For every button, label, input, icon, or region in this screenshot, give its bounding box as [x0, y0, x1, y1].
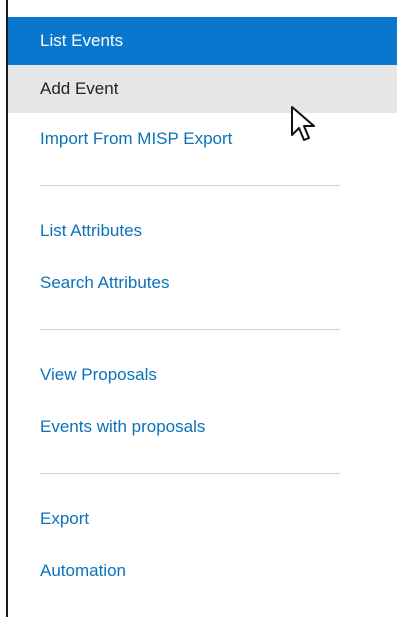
sidebar-item-view-proposals[interactable]: View Proposals	[8, 349, 397, 401]
sidebar-item-add-event[interactable]: Add Event	[8, 65, 397, 113]
sidebar-item-import-from-misp-export[interactable]: Import From MISP Export	[8, 113, 397, 165]
divider-container	[8, 165, 397, 205]
mouse-pointer-icon	[291, 106, 315, 141]
sidebar-item-list-attributes[interactable]: List Attributes	[8, 205, 397, 257]
divider-container	[8, 453, 397, 493]
sidebar-item-automation[interactable]: Automation	[8, 545, 397, 597]
sidebar-item-list-events[interactable]: List Events	[8, 17, 397, 65]
sidebar-item-export[interactable]: Export	[8, 493, 397, 545]
sidebar-item-search-attributes[interactable]: Search Attributes	[8, 257, 397, 309]
menu-divider	[40, 185, 340, 186]
menu-divider	[40, 329, 340, 330]
divider-container	[8, 309, 397, 349]
menu-divider	[40, 473, 340, 474]
sidebar-item-events-with-proposals[interactable]: Events with proposals	[8, 401, 397, 453]
sidebar-menu: List Events Add Event Import From MISP E…	[8, 17, 397, 597]
